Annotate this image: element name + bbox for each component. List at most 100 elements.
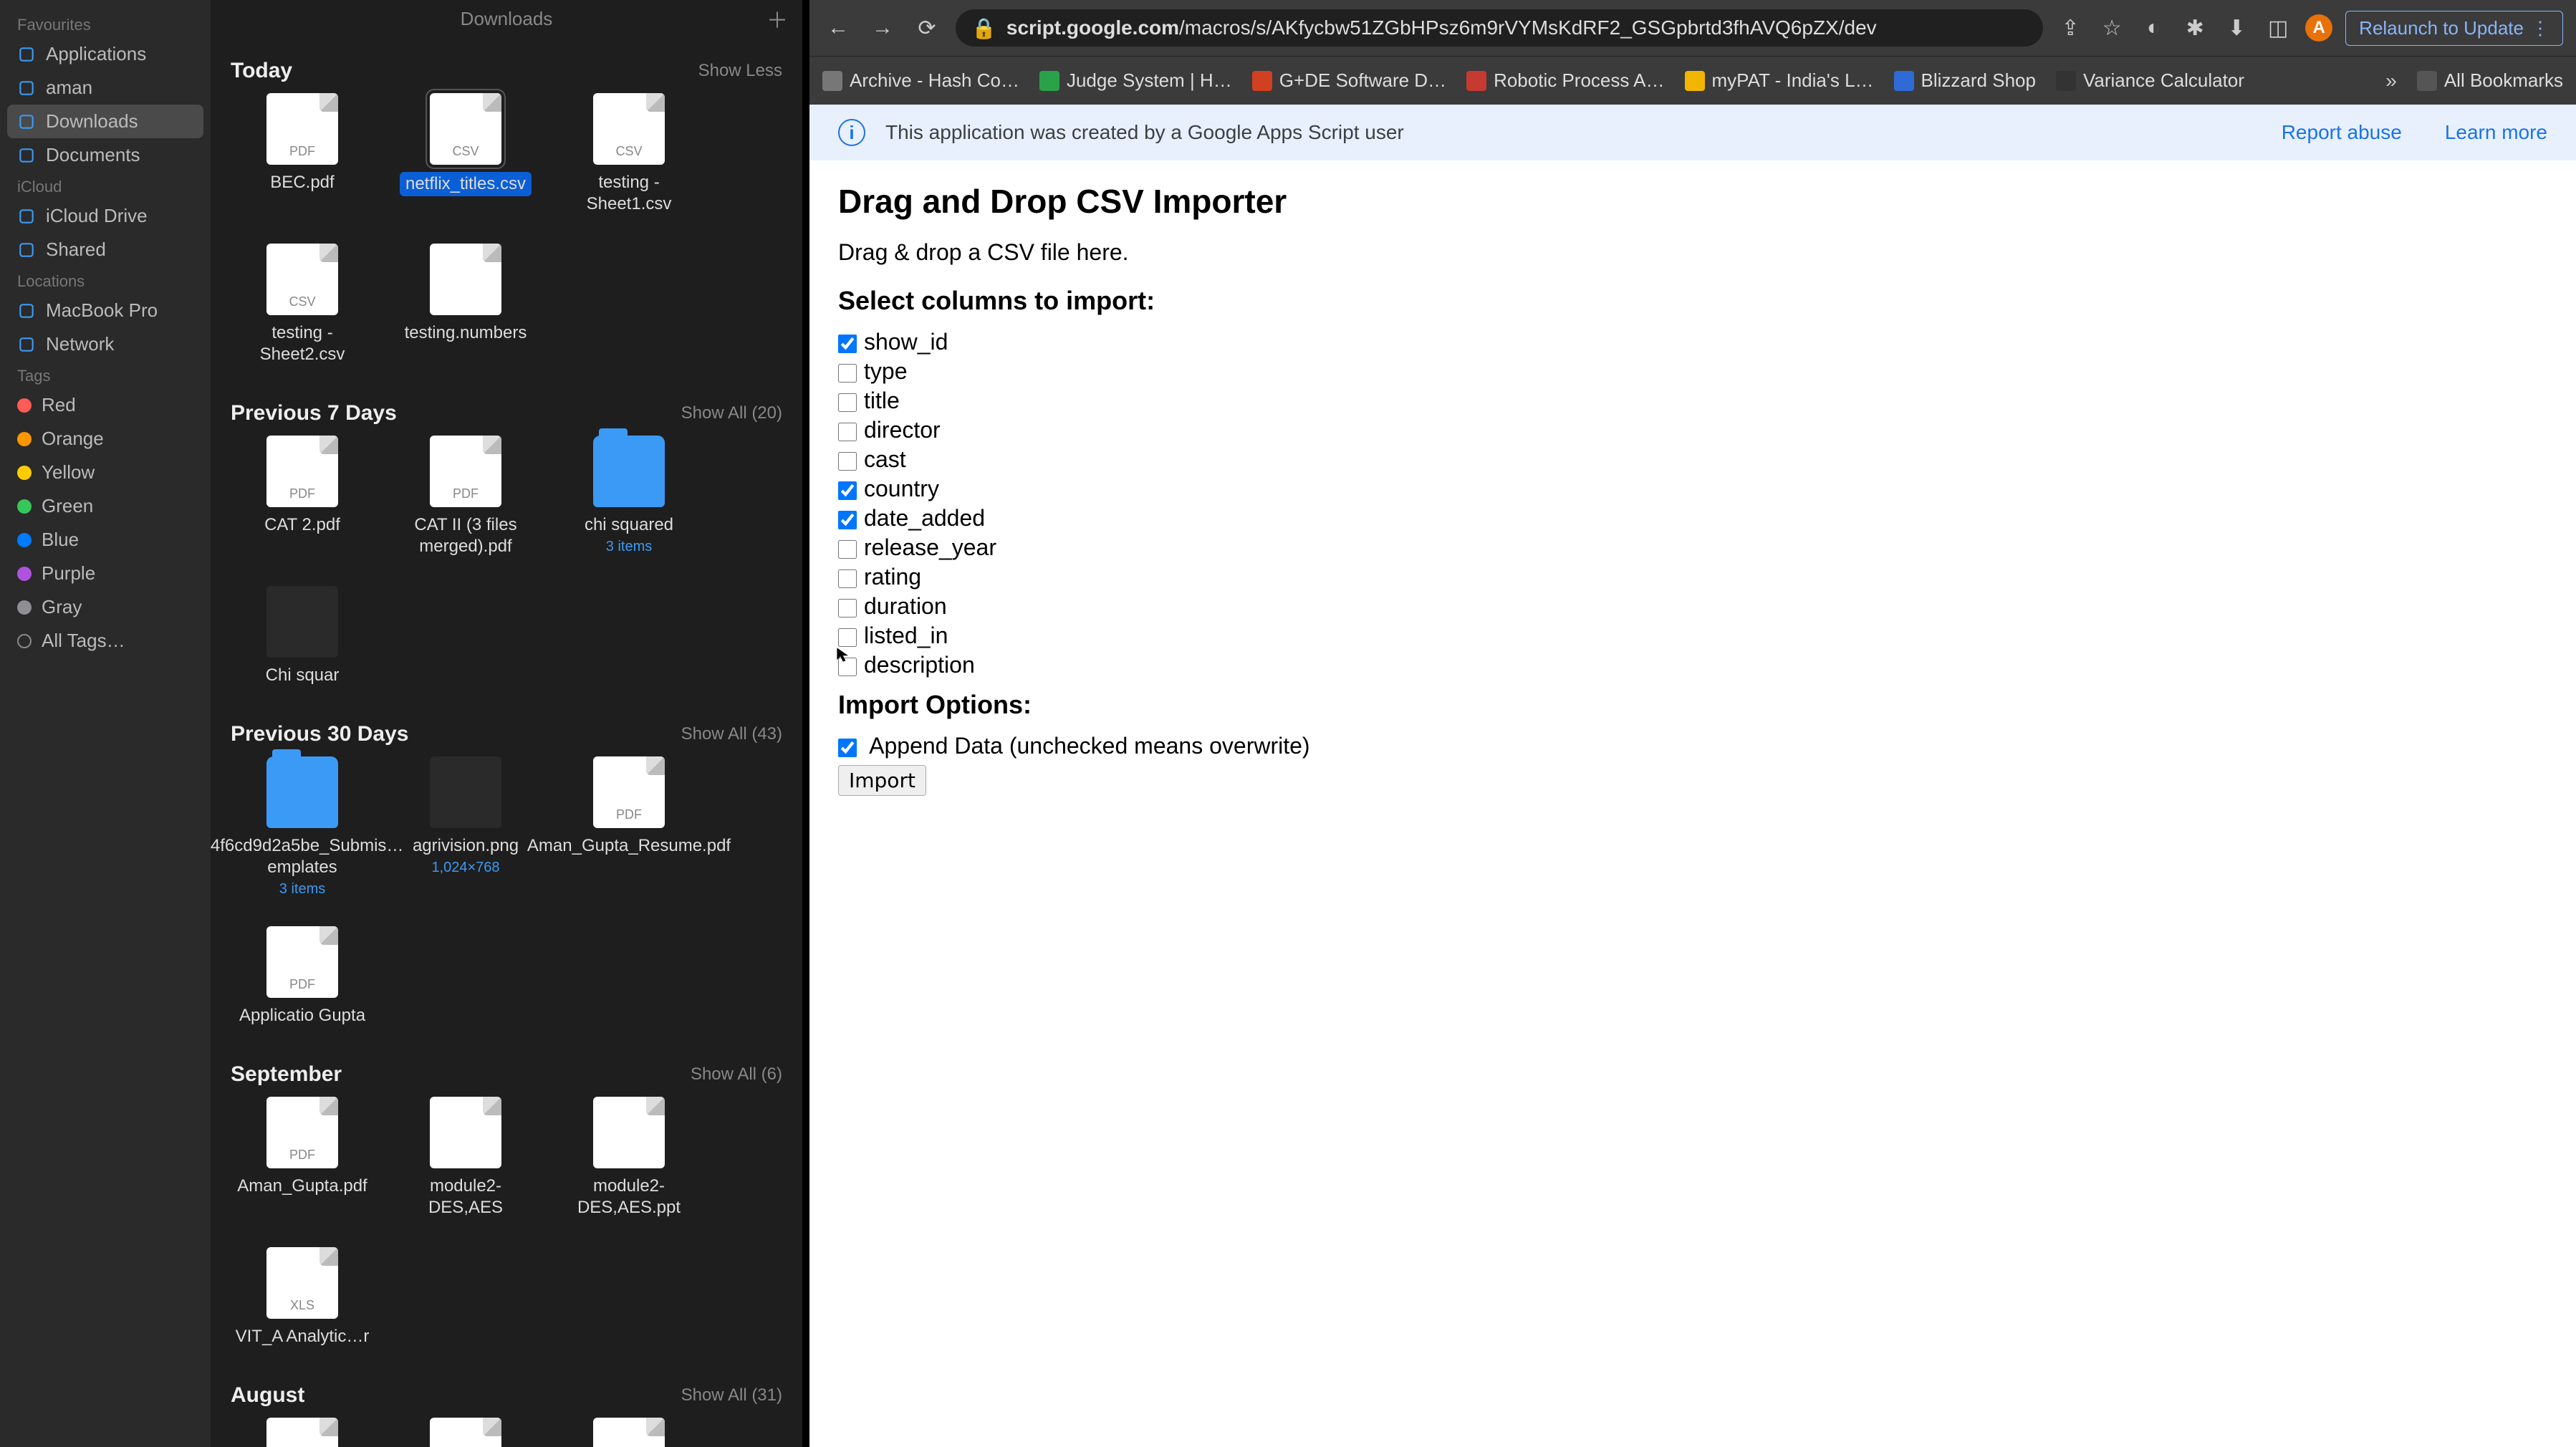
share-icon[interactable]: ⇪ — [2056, 14, 2085, 42]
import-button[interactable]: Import — [838, 765, 926, 796]
file-item[interactable]: Chi squar — [231, 586, 374, 686]
file-item[interactable]: PDFAman_Gupta.pdf — [231, 1097, 374, 1218]
column-checkbox-duration[interactable] — [838, 599, 857, 617]
show-all-link[interactable]: Show All (43) — [681, 724, 782, 744]
bookmark-star-icon[interactable]: ☆ — [2097, 14, 2126, 42]
show-all-link[interactable]: Show All (20) — [681, 403, 782, 423]
sidebar-item-yellow[interactable]: Yellow — [0, 456, 211, 489]
sidebar-item-aman[interactable]: aman — [0, 71, 211, 105]
column-option-duration[interactable]: duration — [838, 593, 2547, 620]
drop-zone-text[interactable]: Drag & drop a CSV file here. — [838, 239, 2547, 266]
file-item[interactable]: agrivision.png1,024×768 — [394, 756, 537, 898]
column-checkbox-country[interactable] — [838, 481, 857, 500]
bookmark-item[interactable]: Robotic Process A… — [1466, 69, 1664, 92]
bookmark-item[interactable]: Variance Calculator — [2056, 69, 2244, 92]
file-item[interactable]: PDFAman_Gupta_Resume.pdf — [557, 756, 701, 898]
column-checkbox-director[interactable] — [838, 423, 857, 441]
column-checkbox-release_year[interactable] — [838, 540, 857, 559]
bookmark-item[interactable]: myPAT - India's L… — [1685, 69, 1874, 92]
side-panel-icon[interactable]: ◫ — [2264, 14, 2292, 42]
bookmark-item[interactable]: G+DE Software D… — [1252, 69, 1446, 92]
column-checkbox-title[interactable] — [838, 393, 857, 412]
file-item[interactable]: testing.numbers — [394, 244, 537, 365]
sidebar-item-documents[interactable]: Documents — [0, 138, 211, 172]
column-option-rating[interactable]: rating — [838, 564, 2547, 590]
bookmark-item[interactable]: Blizzard Shop — [1894, 69, 2036, 92]
column-option-cast[interactable]: cast — [838, 446, 2547, 473]
forward-button[interactable]: → — [867, 12, 898, 44]
column-option-show_id[interactable]: show_id — [838, 329, 2547, 355]
sidebar-item-shared[interactable]: Shared — [0, 233, 211, 266]
show-all-link[interactable]: Show All (6) — [691, 1064, 782, 1085]
sidebar-item-all-tags-[interactable]: All Tags… — [0, 624, 211, 658]
append-checkbox[interactable] — [838, 739, 857, 757]
file-item[interactable]: PDFCAT II (3 files merged).pdf — [394, 436, 537, 557]
file-item[interactable]: PDF1-s2.0-S15684…main.pdf — [231, 1418, 374, 1447]
sidebar-item-label: Shared — [46, 239, 106, 261]
back-button[interactable]: ← — [822, 12, 854, 44]
column-checkbox-type[interactable] — [838, 364, 857, 383]
sidebar-item-network[interactable]: Network — [0, 327, 211, 361]
bookmark-item[interactable]: Judge System | H… — [1039, 69, 1232, 92]
bookmarks-overflow-icon[interactable]: » — [2385, 69, 2397, 92]
page-title: Drag and Drop CSV Importer — [838, 182, 2547, 221]
file-item[interactable]: module2-DES,AES.ppt — [557, 1097, 701, 1218]
file-item[interactable]: PDF1-s2.0-S15684…main.pdf — [394, 1418, 537, 1447]
file-item[interactable]: XLSVIT_A Analytic…r — [231, 1247, 374, 1347]
finder-toolbar: Downloads ＋ — [211, 0, 802, 37]
column-checkbox-listed_in[interactable] — [838, 628, 857, 647]
file-item[interactable]: chi squared3 items — [557, 436, 701, 557]
column-option-type[interactable]: type — [838, 358, 2547, 385]
sidebar-item-red[interactable]: Red — [0, 388, 211, 422]
column-option-listed_in[interactable]: listed_in — [838, 622, 2547, 649]
profile-avatar[interactable]: A — [2305, 14, 2332, 42]
reload-button[interactable]: ⟳ — [911, 12, 943, 44]
address-bar[interactable]: 🔒 script.google.com/macros/s/AKfycbw51ZG… — [956, 9, 2043, 47]
show-all-link[interactable]: Show Less — [698, 61, 782, 81]
file-item[interactable]: PDF1-s2.0-S15684…main.pdf — [557, 1418, 701, 1447]
column-option-director[interactable]: director — [838, 417, 2547, 443]
sidebar-item-orange[interactable]: Orange — [0, 422, 211, 456]
column-checkbox-show_id[interactable] — [838, 335, 857, 353]
sidebar-item-blue[interactable]: Blue — [0, 523, 211, 557]
file-item[interactable]: CSVnetflix_titles.csv — [394, 93, 537, 215]
file-item[interactable]: module2-DES,AES — [394, 1097, 537, 1218]
sidebar-item-purple[interactable]: Purple — [0, 557, 211, 590]
sidebar-item-gray[interactable]: Gray — [0, 590, 211, 624]
column-option-title[interactable]: title — [838, 388, 2547, 414]
report-abuse-link[interactable]: Report abuse — [2282, 121, 2402, 144]
column-checkbox-cast[interactable] — [838, 452, 857, 471]
bookmark-item[interactable]: Archive - Hash Co… — [822, 69, 1019, 92]
show-all-link[interactable]: Show All (31) — [681, 1385, 782, 1405]
all-bookmarks-button[interactable]: All Bookmarks — [2417, 69, 2563, 92]
downloads-icon[interactable]: ⬇ — [2222, 14, 2251, 42]
file-item[interactable]: PDFBEC.pdf — [231, 93, 374, 215]
column-checkbox-rating[interactable] — [838, 569, 857, 588]
sidebar-item-label: iCloud Drive — [46, 205, 148, 227]
learn-more-link[interactable]: Learn more — [2445, 121, 2547, 144]
append-option[interactable]: Append Data (unchecked means overwrite) — [838, 733, 2547, 759]
column-option-country[interactable]: country — [838, 476, 2547, 502]
window-divider[interactable] — [802, 0, 809, 1447]
relaunch-button[interactable]: Relaunch to Update⋮ — [2345, 11, 2563, 46]
file-item[interactable]: CSVtesting - Sheet2.csv — [231, 244, 374, 365]
column-option-release_year[interactable]: release_year — [838, 534, 2547, 561]
column-option-date_added[interactable]: date_added — [838, 505, 2547, 532]
column-option-description[interactable]: description — [838, 652, 2547, 678]
sidebar-item-green[interactable]: Green — [0, 489, 211, 523]
file-item[interactable]: 64f6cd9d2a5be_Submis…emplates3 items — [231, 756, 374, 898]
column-checkbox-description[interactable] — [838, 658, 857, 676]
sidebar-item-icloud-drive[interactable]: iCloud Drive — [0, 199, 211, 233]
file-item[interactable]: PDFApplicatio Gupta — [231, 926, 374, 1027]
file-name: module2-DES,AES — [394, 1176, 537, 1218]
file-item[interactable]: CSVtesting - Sheet1.csv — [557, 93, 701, 215]
column-checkbox-date_added[interactable] — [838, 511, 857, 529]
sidebar-item-downloads[interactable]: Downloads — [7, 105, 203, 138]
file-item[interactable]: PDFCAT 2.pdf — [231, 436, 374, 557]
sidebar-item-macbook-pro[interactable]: MacBook Pro — [0, 294, 211, 327]
extensions-puzzle-icon[interactable]: ✱ — [2181, 14, 2209, 42]
tag-dot-icon — [17, 600, 32, 615]
new-folder-icon[interactable]: ＋ — [766, 3, 788, 34]
extension-icon[interactable]: ◐ — [2139, 14, 2168, 42]
sidebar-item-applications[interactable]: Applications — [0, 37, 211, 71]
